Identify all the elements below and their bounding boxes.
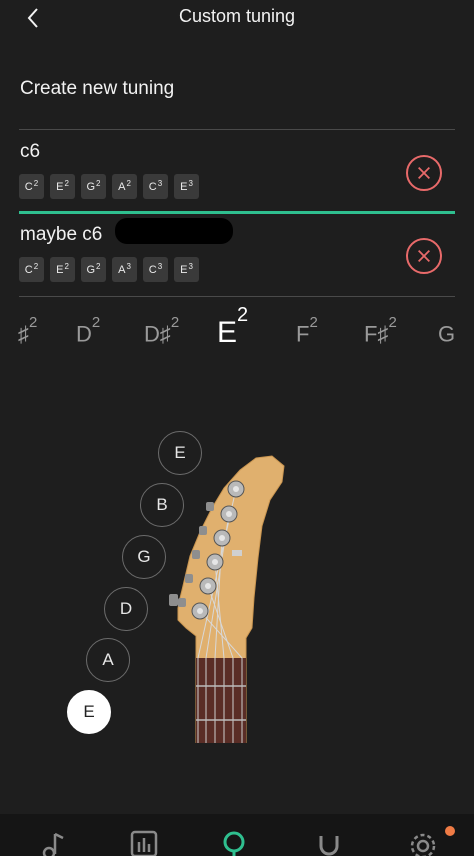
note-chip: C2 <box>19 174 44 199</box>
gear-icon[interactable] <box>403 814 443 856</box>
tuning-notes: C2 E2 G2 A2 C3 E3 <box>19 174 199 199</box>
music-note-icon[interactable] <box>33 814 73 856</box>
string-button-1[interactable]: E <box>158 431 202 475</box>
note-chip: C2 <box>19 257 44 282</box>
divider <box>19 296 455 297</box>
notification-dot <box>445 826 455 836</box>
string-button-2[interactable]: B <box>140 483 184 527</box>
tuning-name: maybe c6 <box>20 224 103 245</box>
picker-note[interactable]: G <box>438 320 455 347</box>
bottom-tab-bar <box>0 814 474 856</box>
note-chip: C3 <box>143 174 168 199</box>
string-button-4[interactable]: D <box>104 587 148 631</box>
tuning-notes: C2 E2 G2 A3 C3 E3 <box>19 257 199 282</box>
redaction-mark <box>115 218 233 244</box>
string-button-5[interactable]: A <box>86 638 130 682</box>
note-chip: A2 <box>112 174 137 199</box>
note-chip: G2 <box>81 174 106 199</box>
page-title: Custom tuning <box>178 6 296 26</box>
picker-note[interactable]: F♯2 <box>364 314 397 347</box>
note-chip: E3 <box>174 174 199 199</box>
magnet-icon[interactable] <box>309 814 349 856</box>
picker-note[interactable]: D♯2 <box>144 314 179 347</box>
string-button-6-selected[interactable]: E <box>67 690 111 734</box>
picker-note[interactable]: ♯2 <box>18 314 37 347</box>
note-picker[interactable]: ♯2 D2 D♯2 E2 F2 F♯2 G <box>0 304 474 356</box>
note-chip: E2 <box>50 174 75 199</box>
create-new-tuning-button[interactable]: Create new tuning <box>20 78 174 100</box>
note-chip: C3 <box>143 257 168 282</box>
picker-note[interactable]: F2 <box>296 314 318 347</box>
delete-tuning-icon[interactable] <box>406 238 442 274</box>
picker-note[interactable]: D2 <box>76 314 100 347</box>
note-chip: E3 <box>174 257 199 282</box>
delete-tuning-icon[interactable] <box>406 155 442 191</box>
string-button-3[interactable]: G <box>122 535 166 579</box>
note-chip: A3 <box>112 257 137 282</box>
note-chip: E2 <box>50 257 75 282</box>
note-chip: G2 <box>81 257 106 282</box>
tuner-icon[interactable] <box>214 814 254 856</box>
divider <box>19 129 455 130</box>
tuning-name: c6 <box>20 141 41 162</box>
chart-icon[interactable] <box>124 814 164 856</box>
picker-note-selected[interactable]: E2 <box>217 304 248 350</box>
selected-divider <box>19 211 455 214</box>
